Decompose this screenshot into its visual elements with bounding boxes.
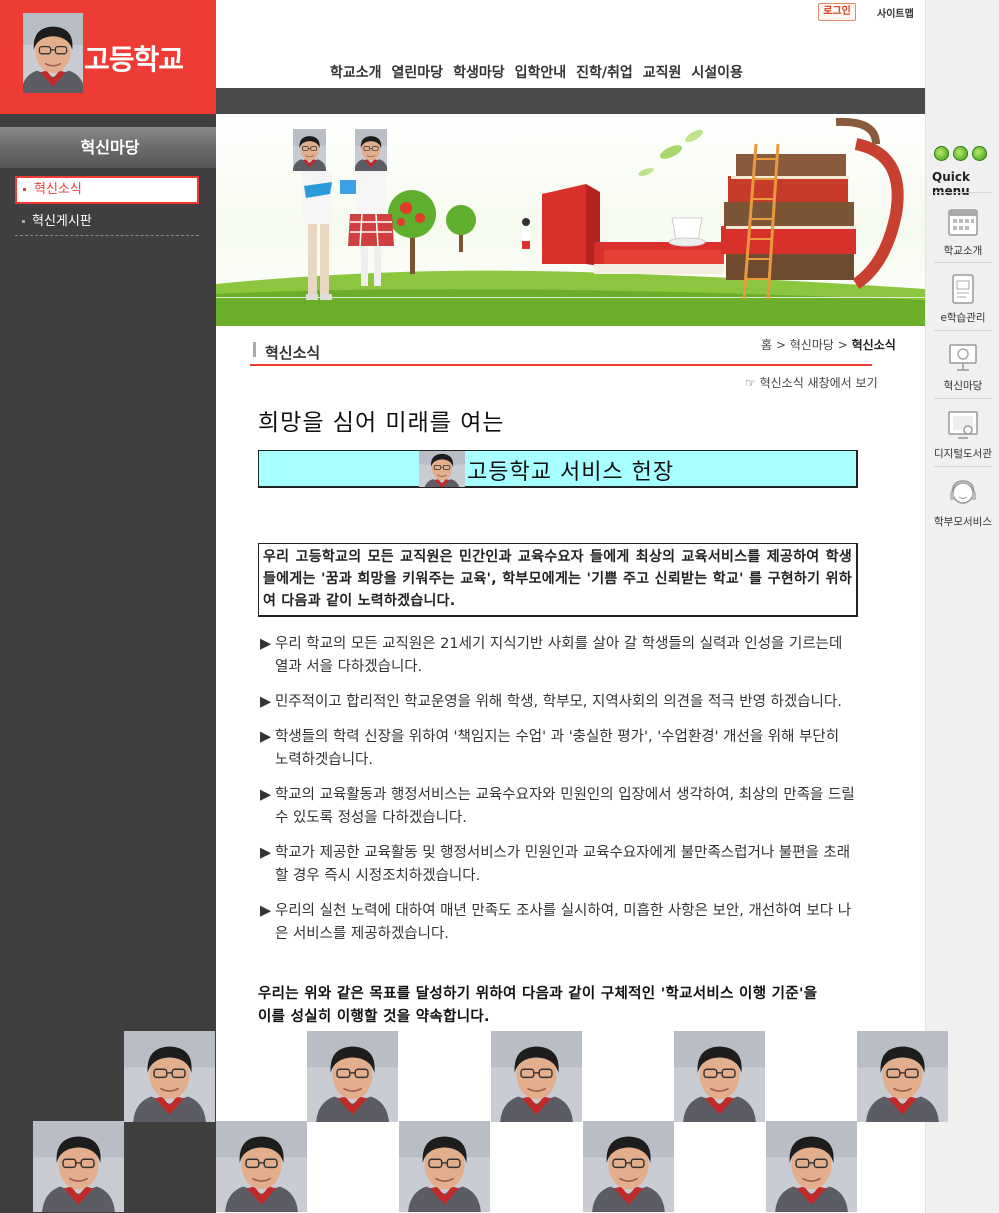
title-bar-icon — [253, 342, 256, 357]
triangle-bullet-icon: ▶ — [260, 729, 272, 745]
monitor-icon — [946, 408, 980, 442]
list-item-text: 학교가 제공한 교육활동 및 행정서비스가 민원인과 교육수요자에게 불만족스럽… — [275, 845, 851, 884]
list-item: ▶ 우리의 실천 노력에 대하여 매년 만족도 조사를 실시하여, 미흡한 사항은… — [260, 900, 856, 946]
list-item-text: 학생들의 학력 신장을 위하여 '책임지는 수업' 과 '충실한 평가', '수… — [275, 729, 840, 768]
presentation-icon — [946, 340, 980, 374]
list-item: ▶ 민주적이고 합리적인 학교운영을 위해 학생, 학부모, 지역사회의 의견을 … — [260, 691, 856, 714]
charter-title-box: 고등학교 서비스 헌장 — [258, 450, 858, 488]
quick-item-label: e학습관리 — [940, 312, 986, 324]
nav-item-staff[interactable]: 교직원 — [643, 62, 682, 82]
calendar-icon — [946, 205, 980, 239]
quick-item-e-learning[interactable]: e학습관리 — [932, 272, 994, 325]
charter-title: 고등학교 서비스 헌장 — [467, 460, 675, 485]
portrait-photo — [583, 1121, 674, 1212]
list-item-text: 우리 학교의 모든 교직원은 21세기 지식기반 사회를 살아 갈 학생들의 실… — [275, 636, 843, 675]
nav-item-school-intro[interactable]: 학교소개 — [330, 62, 382, 82]
quick-item-parent-service[interactable]: 학부모서비스 — [932, 476, 994, 529]
page-title: 혁신소식 — [250, 342, 320, 363]
charter-list: ▶ 우리 학교의 모든 교직원은 21세기 지식기반 사회를 살아 갈 학생들의 … — [260, 633, 856, 958]
divider — [934, 192, 992, 193]
list-item: ▶ 학생들의 학력 신장을 위하여 '책임지는 수업' 과 '충실한 평가', '… — [260, 726, 856, 772]
quick-item-innovation[interactable]: 혁신마당 — [932, 340, 994, 393]
login-button[interactable]: 로그인 — [818, 3, 856, 21]
title-divider — [250, 364, 872, 366]
quick-item-label: 학교소개 — [943, 245, 983, 257]
divider — [934, 398, 992, 399]
breadcrumb-section[interactable]: 혁신마당 — [790, 338, 834, 352]
green-dot-icon — [934, 146, 949, 161]
chevron-right-icon: > — [775, 338, 790, 352]
header-banner-illustration — [216, 114, 925, 326]
portrait-photo — [491, 1031, 582, 1122]
quick-item-label: 혁신마당 — [943, 380, 983, 392]
green-dot-icon — [953, 146, 968, 161]
sidebar-item-innovation-board[interactable]: 혁신게시판 — [15, 208, 199, 236]
triangle-bullet-icon: ▶ — [260, 787, 272, 803]
bullet-square-icon — [22, 220, 25, 223]
open-new-window-label: 혁신소식 새창에서 보기 — [759, 376, 878, 390]
school-name: 고등학교 — [84, 43, 184, 76]
sidebar-item-innovation-news[interactable]: 혁신소식 — [15, 176, 199, 204]
charter-intro: 우리 고등학교의 모든 교직원은 민간인과 교육수요자 들에게 최상의 교육서비… — [258, 543, 858, 617]
green-dot-icon — [972, 146, 987, 161]
sitemap-link[interactable]: 사이트맵 — [877, 5, 914, 20]
page-title-text: 혁신소식 — [265, 344, 321, 362]
portrait-photo — [766, 1121, 857, 1212]
document-icon — [946, 272, 980, 306]
breadcrumb: 홈 > 혁신마당 > 혁신소식 — [761, 336, 896, 353]
triangle-bullet-icon: ▶ — [260, 903, 272, 919]
portrait-photo — [857, 1031, 948, 1122]
list-item-text: 민주적이고 합리적인 학교운영을 위해 학생, 학부모, 지역사회의 의견을 적… — [275, 694, 842, 710]
breadcrumb-current: 혁신소식 — [851, 338, 896, 352]
headset-icon — [946, 476, 980, 510]
nav-item-facilities[interactable]: 시설이용 — [691, 62, 743, 82]
portrait-photo — [399, 1121, 490, 1212]
quick-item-school-intro[interactable]: 학교소개 — [932, 205, 994, 258]
portrait-photo — [674, 1031, 765, 1122]
quick-menu-header-icons — [934, 146, 987, 161]
nav-item-admission[interactable]: 입학안내 — [515, 62, 567, 82]
portrait-photo — [216, 1121, 307, 1212]
logo[interactable]: 고등학교 — [0, 0, 216, 114]
student-face-photo — [355, 129, 387, 171]
breadcrumb-home[interactable]: 홈 — [761, 338, 772, 352]
sidebar-item-label: 혁신게시판 — [32, 214, 92, 229]
charter-title-photo — [419, 451, 465, 487]
nav-item-open-forum[interactable]: 열린마당 — [392, 62, 444, 82]
nav-underbar — [216, 88, 925, 114]
sidebar-item-label: 혁신소식 — [34, 182, 82, 197]
bullet-square-icon — [23, 188, 26, 191]
divider — [934, 466, 992, 467]
portrait-photo — [307, 1031, 398, 1122]
chevron-right-icon: > — [837, 338, 852, 352]
student-face-photo — [293, 129, 326, 171]
open-new-window-link[interactable]: ☞ 혁신소식 새창에서 보기 — [745, 374, 878, 391]
quick-item-digital-library[interactable]: 디지털도서관 — [932, 408, 994, 461]
list-item-text: 학교의 교육활동과 행정서비스는 교육수요자와 민원인의 입장에서 생각하여, … — [275, 787, 855, 826]
list-item: ▶ 학교의 교육활동과 행정서비스는 교육수요자와 민원인의 입장에서 생각하여,… — [260, 784, 856, 830]
portrait-photo — [124, 1031, 215, 1122]
quick-item-label: 디지털도서관 — [934, 448, 992, 460]
list-item: ▶ 우리 학교의 모든 교직원은 21세기 지식기반 사회를 살아 갈 학생들의 … — [260, 633, 856, 679]
triangle-bullet-icon: ▶ — [260, 694, 272, 710]
quick-menu-title: Quick menu — [932, 170, 970, 198]
charter-pledge: 우리는 위와 같은 목표를 달성하기 위하여 다음과 같이 구체적인 '학교서비… — [258, 986, 818, 1025]
charter-headline: 희망을 심어 미래를 여는 — [258, 410, 505, 436]
divider — [934, 330, 992, 331]
list-item: ▶ 학교가 제공한 교육활동 및 행정서비스가 민원인과 교육수요자에게 불만족스… — [260, 842, 856, 888]
logo-photo — [23, 13, 83, 93]
nav-item-career[interactable]: 진학/취업 — [576, 62, 633, 82]
main-nav: 학교소개 열린마당 학생마당 입학안내 진학/취업 교직원 시설이용 — [330, 62, 743, 82]
triangle-bullet-icon: ▶ — [260, 845, 272, 861]
portrait-photo — [33, 1121, 124, 1212]
sidebar-title: 혁신마당 — [0, 127, 220, 168]
divider — [934, 262, 992, 263]
triangle-bullet-icon: ▶ — [260, 636, 272, 652]
list-item-text: 우리의 실천 노력에 대하여 매년 만족도 조사를 실시하여, 미흡한 사항은 … — [275, 903, 852, 942]
nav-item-student[interactable]: 학생마당 — [453, 62, 505, 82]
quick-item-label: 학부모서비스 — [934, 516, 992, 528]
pointing-hand-icon: ☞ — [745, 376, 760, 390]
